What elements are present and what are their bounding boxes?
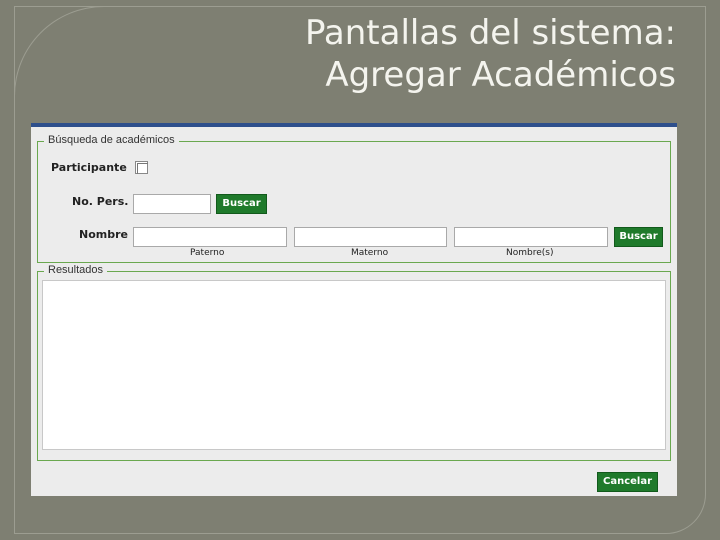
slide-title: Pantallas del sistema: Agregar Académico… bbox=[305, 12, 676, 96]
cancel-button[interactable]: Cancelar bbox=[597, 472, 658, 492]
buscar-no-pers-button[interactable]: Buscar bbox=[216, 194, 267, 214]
buscar-nombre-button[interactable]: Buscar bbox=[614, 227, 663, 247]
nombres-caption: Nombre(s) bbox=[506, 248, 554, 258]
slide-title-line-1: Pantallas del sistema: bbox=[304, 13, 676, 53]
paterno-input[interactable] bbox=[133, 227, 287, 247]
search-fieldset: Búsqueda de académicos Participante No. … bbox=[37, 134, 671, 263]
add-academics-dialog: Búsqueda de académicos Participante No. … bbox=[31, 123, 677, 496]
materno-caption: Materno bbox=[351, 248, 389, 258]
nombre-label: Nombre bbox=[79, 228, 128, 241]
results-fieldset: Resultados bbox=[37, 264, 671, 461]
slide-title-line-2: Agregar Académicos bbox=[325, 55, 676, 95]
participante-label: Participante bbox=[51, 161, 127, 174]
search-legend: Búsqueda de académicos bbox=[44, 134, 179, 146]
results-legend: Resultados bbox=[44, 264, 108, 276]
no-pers-label: No. Pers. bbox=[72, 195, 129, 208]
results-list[interactable] bbox=[42, 280, 666, 450]
paterno-caption: Paterno bbox=[190, 248, 225, 258]
no-pers-input[interactable] bbox=[133, 194, 211, 214]
materno-input[interactable] bbox=[294, 227, 447, 247]
nombres-input[interactable] bbox=[454, 227, 608, 247]
participante-checkbox[interactable] bbox=[135, 161, 148, 174]
